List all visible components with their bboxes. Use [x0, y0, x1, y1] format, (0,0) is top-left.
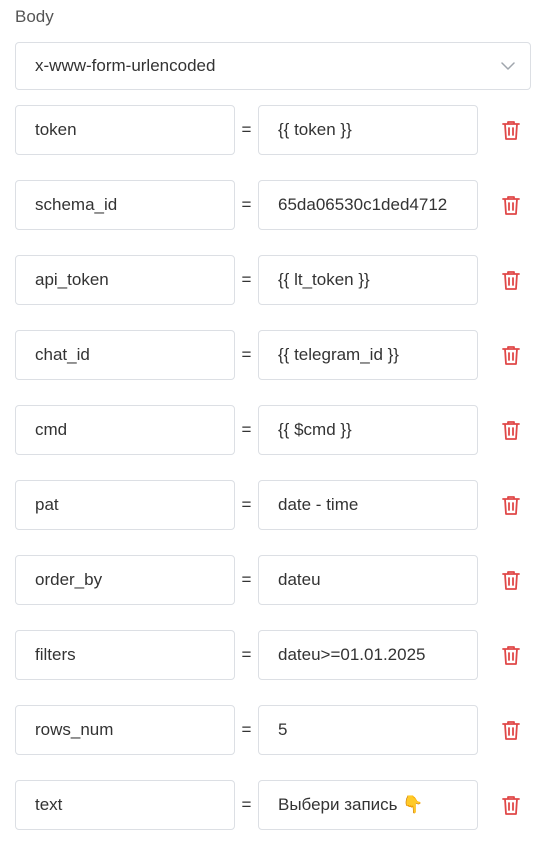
- body-label: Body: [15, 7, 54, 26]
- trash-icon[interactable]: [500, 119, 522, 141]
- trash-icon[interactable]: [500, 494, 522, 516]
- trash-icon[interactable]: [500, 419, 522, 441]
- trash-icon[interactable]: [500, 194, 522, 216]
- equals-sign: =: [241, 420, 252, 439]
- param-key-input[interactable]: order_by: [15, 555, 235, 605]
- param-value-input[interactable]: 65da06530c1ded4712: [258, 180, 478, 230]
- equals-sign: =: [241, 345, 252, 364]
- chevron-down-icon: [500, 58, 516, 74]
- param-row: order_by = dateu: [15, 555, 535, 605]
- trash-icon[interactable]: [500, 719, 522, 741]
- param-key-input[interactable]: pat: [15, 480, 235, 530]
- equals-sign: =: [241, 270, 252, 289]
- param-value-input[interactable]: dateu: [258, 555, 478, 605]
- param-row: rows_num = 5: [15, 705, 535, 755]
- equals-sign: =: [241, 795, 252, 814]
- content-type-select[interactable]: x-www-form-urlencoded: [15, 42, 531, 90]
- trash-icon[interactable]: [500, 269, 522, 291]
- param-key-input[interactable]: filters: [15, 630, 235, 680]
- trash-icon[interactable]: [500, 794, 522, 816]
- param-key-input[interactable]: chat_id: [15, 330, 235, 380]
- equals-sign: =: [241, 495, 252, 514]
- param-value-input[interactable]: {{ telegram_id }}: [258, 330, 478, 380]
- equals-sign: =: [241, 195, 252, 214]
- equals-sign: =: [241, 120, 252, 139]
- param-row: pat = date - time: [15, 480, 535, 530]
- param-row: schema_id = 65da06530c1ded4712: [15, 180, 535, 230]
- param-value-input[interactable]: date - time: [258, 480, 478, 530]
- param-row: token = {{ token }}: [15, 105, 535, 155]
- equals-sign: =: [241, 645, 252, 664]
- param-row: chat_id = {{ telegram_id }}: [15, 330, 535, 380]
- param-value-input[interactable]: {{ lt_token }}: [258, 255, 478, 305]
- equals-sign: =: [241, 720, 252, 739]
- param-row: cmd = {{ $cmd }}: [15, 405, 535, 455]
- trash-icon[interactable]: [500, 344, 522, 366]
- content-type-value: x-www-form-urlencoded: [35, 56, 216, 75]
- param-row: api_token = {{ lt_token }}: [15, 255, 535, 305]
- param-value-input[interactable]: {{ token }}: [258, 105, 478, 155]
- param-value-input[interactable]: {{ $cmd }}: [258, 405, 478, 455]
- trash-icon[interactable]: [500, 644, 522, 666]
- param-row: filters = dateu>=01.01.2025: [15, 630, 535, 680]
- equals-sign: =: [241, 570, 252, 589]
- param-value-input[interactable]: dateu>=01.01.2025: [258, 630, 478, 680]
- param-row: text = Выбери запись 👇: [15, 780, 535, 830]
- param-key-input[interactable]: rows_num: [15, 705, 235, 755]
- param-key-input[interactable]: token: [15, 105, 235, 155]
- param-value-input[interactable]: Выбери запись 👇: [258, 780, 478, 830]
- param-key-input[interactable]: schema_id: [15, 180, 235, 230]
- param-key-input[interactable]: cmd: [15, 405, 235, 455]
- param-key-input[interactable]: api_token: [15, 255, 235, 305]
- trash-icon[interactable]: [500, 569, 522, 591]
- param-key-input[interactable]: text: [15, 780, 235, 830]
- param-value-input[interactable]: 5: [258, 705, 478, 755]
